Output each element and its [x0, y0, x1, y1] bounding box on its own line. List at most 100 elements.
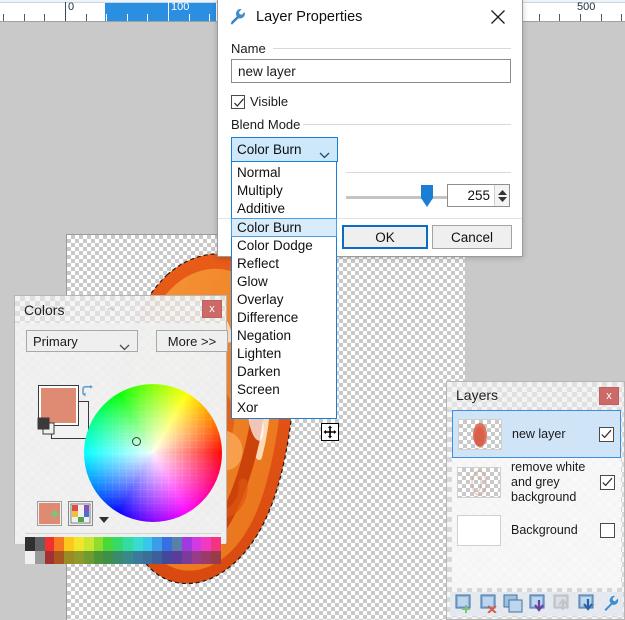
- palette-color-cell[interactable]: [152, 550, 163, 564]
- palette-color-cell[interactable]: [142, 537, 153, 551]
- blend-mode-select[interactable]: Color Burn: [231, 137, 338, 162]
- layer-row[interactable]: new layer: [452, 410, 621, 458]
- layer-visibility-checkbox[interactable]: [600, 474, 615, 490]
- palette-row-2[interactable]: [25, 550, 221, 564]
- palette-color-cell[interactable]: [103, 550, 114, 564]
- color-palette-strip[interactable]: [25, 537, 221, 564]
- color-wheel-cursor[interactable]: [132, 437, 141, 446]
- layer-properties-wrench-icon[interactable]: [601, 594, 623, 614]
- blend-mode-option[interactable]: Difference: [232, 309, 336, 327]
- palette-color-cell[interactable]: [25, 537, 35, 551]
- palette-color-cell[interactable]: [83, 537, 94, 551]
- blend-mode-option[interactable]: Glow: [232, 273, 336, 291]
- blend-mode-option[interactable]: Xor: [232, 399, 336, 417]
- color-target-select[interactable]: Primary: [26, 330, 138, 352]
- palette-color-cell[interactable]: [152, 537, 163, 551]
- color-wheel[interactable]: [84, 384, 222, 522]
- layer-name-input[interactable]: new layer: [231, 59, 511, 83]
- layer-visibility-checkbox[interactable]: [599, 426, 614, 442]
- layer-thumbnail: [457, 466, 501, 498]
- palette-color-cell[interactable]: [113, 550, 123, 564]
- close-icon[interactable]: [478, 1, 518, 33]
- layers-toolbar[interactable]: [450, 592, 623, 616]
- blend-mode-option[interactable]: Screen: [232, 381, 336, 399]
- palette-color-cell[interactable]: [34, 550, 45, 564]
- palette-color-cell[interactable]: [171, 537, 182, 551]
- move-layer-down-icon[interactable]: [577, 594, 599, 614]
- palette-color-cell[interactable]: [34, 537, 45, 551]
- layer-visibility-checkbox[interactable]: [600, 522, 615, 538]
- palette-color-cell[interactable]: [44, 550, 55, 564]
- layer-row[interactable]: Background: [452, 506, 621, 554]
- palette-color-cell[interactable]: [132, 537, 143, 551]
- palette-color-cell[interactable]: [171, 550, 182, 564]
- palette-color-cell[interactable]: [211, 537, 221, 551]
- palette-color-cell[interactable]: [44, 537, 55, 551]
- palette-color-cell[interactable]: [191, 550, 202, 564]
- palette-color-cell[interactable]: [142, 550, 153, 564]
- swap-colors-icon[interactable]: [81, 385, 95, 402]
- palette-color-cell[interactable]: [181, 537, 192, 551]
- palette-color-cell[interactable]: [181, 550, 192, 564]
- blend-mode-option[interactable]: Multiply: [232, 182, 336, 200]
- palette-color-cell[interactable]: [132, 550, 143, 564]
- blend-mode-option[interactable]: Additive: [232, 200, 336, 218]
- layers-list[interactable]: new layer remove white and grey backgroun…: [452, 410, 621, 588]
- blend-mode-option[interactable]: Color Dodge: [232, 237, 336, 255]
- dialog-titlebar[interactable]: Layer Properties: [218, 0, 522, 34]
- opacity-spinner-buttons[interactable]: [494, 185, 509, 206]
- palette-color-cell[interactable]: [191, 537, 202, 551]
- pin-icon[interactable]: ◠: [107, 306, 114, 315]
- blend-mode-option[interactable]: Overlay: [232, 291, 336, 309]
- colors-panel-titlebar[interactable]: Colors ◠ x: [15, 296, 226, 323]
- palette-color-cell[interactable]: [64, 537, 74, 551]
- opacity-slider-thumb[interactable]: [420, 184, 433, 207]
- layers-panel-close-button[interactable]: x: [599, 387, 619, 405]
- blend-mode-option[interactable]: Color Burn: [231, 218, 337, 237]
- palette-color-cell[interactable]: [162, 537, 172, 551]
- duplicate-layer-icon[interactable]: [503, 594, 525, 614]
- palette-color-cell[interactable]: [54, 537, 65, 551]
- palette-color-cell[interactable]: [73, 550, 84, 564]
- palette-color-cell[interactable]: [93, 537, 104, 551]
- palette-color-cell[interactable]: [162, 550, 172, 564]
- blend-mode-option[interactable]: Darken: [232, 363, 336, 381]
- opacity-spinner[interactable]: 255: [447, 184, 510, 207]
- palette-color-cell[interactable]: [64, 550, 74, 564]
- palette-color-cell[interactable]: [201, 537, 212, 551]
- palette-icon[interactable]: [68, 501, 93, 526]
- blend-mode-option[interactable]: Lighten: [232, 345, 336, 363]
- palette-color-cell[interactable]: [83, 550, 94, 564]
- reset-colors-icon[interactable]: [37, 417, 57, 440]
- palette-color-cell[interactable]: [93, 550, 104, 564]
- ok-button[interactable]: OK: [342, 225, 428, 249]
- cancel-button[interactable]: Cancel: [432, 225, 512, 249]
- chevron-down-icon[interactable]: [99, 511, 109, 526]
- layers-panel[interactable]: Layers x new layer remove white and grey …: [446, 381, 625, 620]
- colors-panel-close-button[interactable]: x: [202, 300, 222, 318]
- palette-color-cell[interactable]: [73, 537, 84, 551]
- more-options-button[interactable]: More >>: [156, 330, 228, 352]
- palette-row-1[interactable]: [25, 537, 221, 551]
- blend-mode-option[interactable]: Normal: [232, 164, 336, 182]
- delete-layer-icon[interactable]: [479, 594, 501, 614]
- palette-color-cell[interactable]: [201, 550, 212, 564]
- palette-color-cell[interactable]: [122, 550, 133, 564]
- layer-row[interactable]: remove white and grey background: [452, 458, 621, 506]
- palette-color-cell[interactable]: [211, 550, 221, 564]
- palette-color-cell[interactable]: [103, 537, 114, 551]
- palette-color-cell[interactable]: [113, 537, 123, 551]
- palette-color-cell[interactable]: [25, 550, 35, 564]
- add-layer-icon[interactable]: [454, 594, 476, 614]
- add-color-icon[interactable]: [37, 501, 62, 526]
- visible-checkbox[interactable]: [231, 95, 245, 109]
- blend-mode-option[interactable]: Negation: [232, 327, 336, 345]
- colors-panel[interactable]: Colors ◠ x Primary More >>: [14, 295, 228, 564]
- palette-color-cell[interactable]: [54, 550, 65, 564]
- layers-panel-titlebar[interactable]: Layers x: [447, 382, 624, 409]
- palette-color-cell[interactable]: [122, 537, 133, 551]
- blend-mode-dropdown-list[interactable]: Normal Multiply Additive Color Burn Color Do…: [231, 162, 337, 419]
- merge-layer-down-icon[interactable]: [528, 594, 550, 614]
- layer-properties-dialog[interactable]: Layer Properties Name new layer Visible …: [217, 0, 523, 419]
- blend-mode-option[interactable]: Reflect: [232, 255, 336, 273]
